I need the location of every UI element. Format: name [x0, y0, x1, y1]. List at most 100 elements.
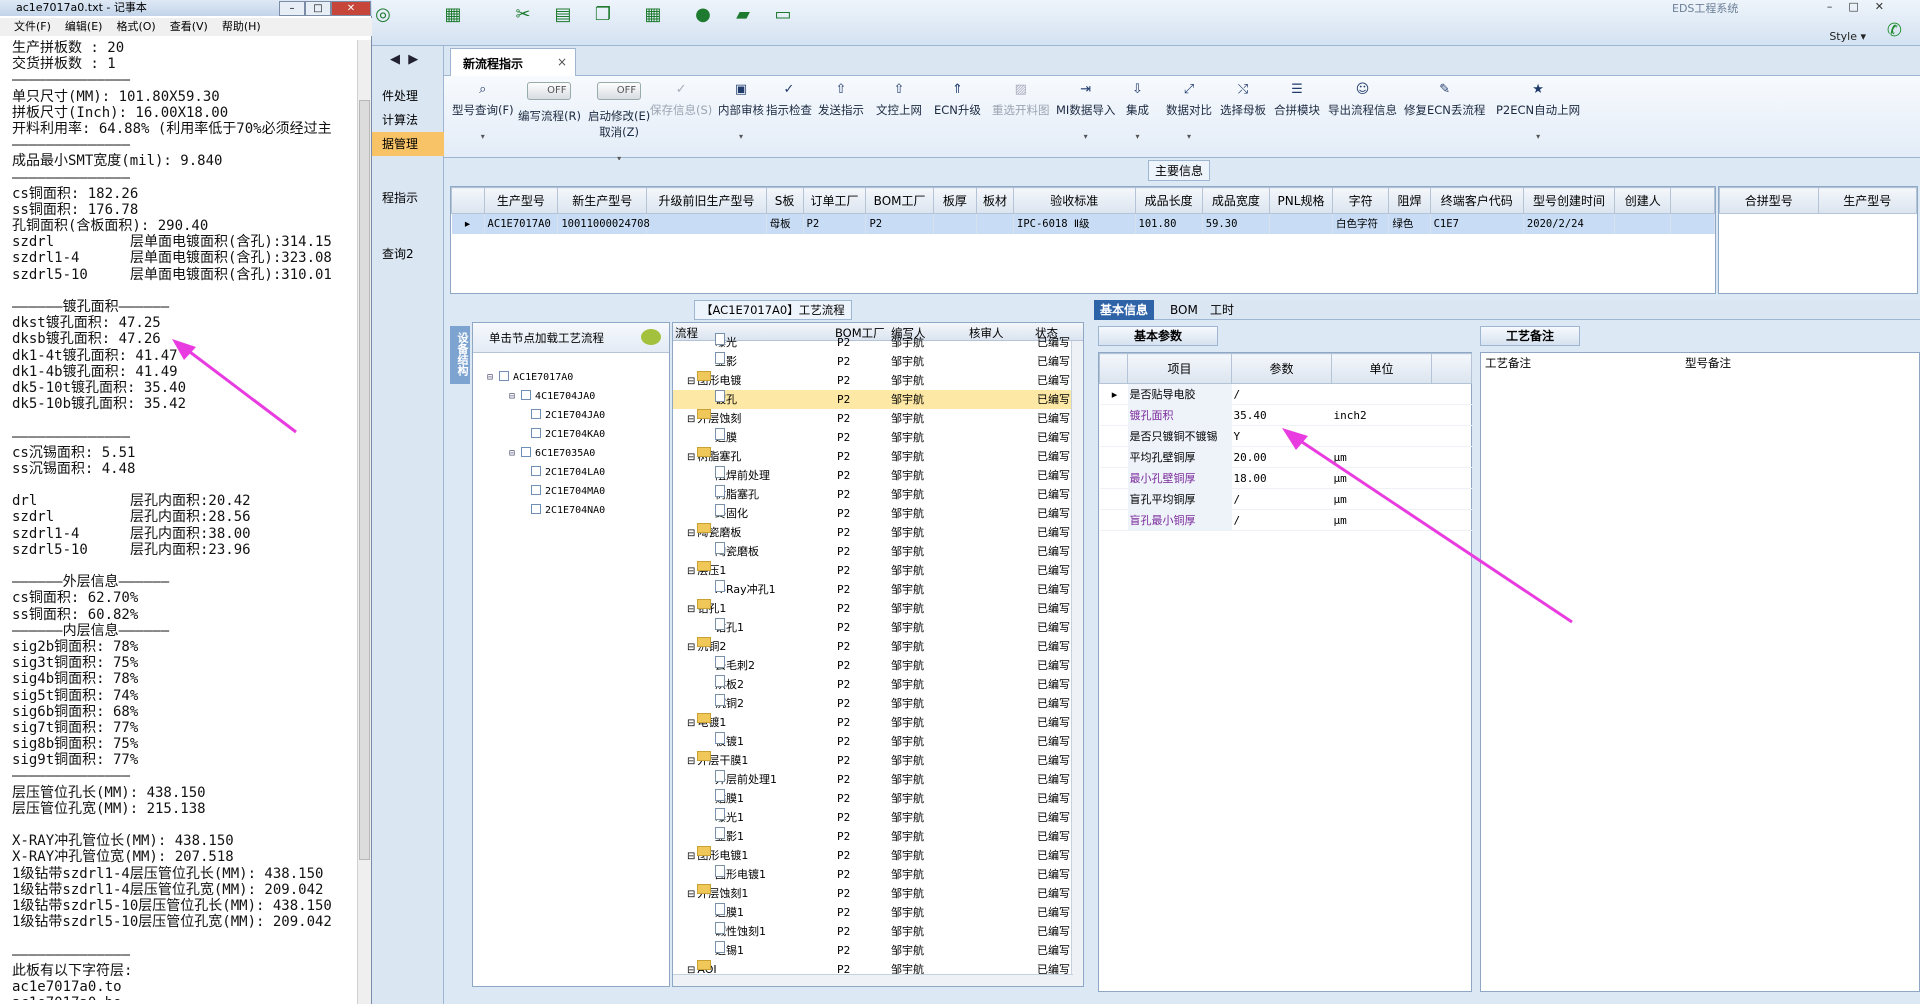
cell-1[interactable]: 10011000024708 — [557, 213, 650, 234]
notepad-text[interactable]: 生产拼板数 : 20 交货拼板数 : 1 —————————————— 单只尺寸(MM… — [12, 40, 360, 1000]
basic-value[interactable]: / — [1231, 509, 1332, 531]
tree-node[interactable]: ⊟ 4C1E704JA0 — [509, 390, 595, 402]
flow-hscrollbar[interactable] — [673, 974, 1073, 986]
collapse-icon[interactable]: ⊟ — [687, 851, 695, 862]
toggle-switch[interactable]: OFF — [597, 82, 642, 100]
flow-row[interactable]: 外层前处理1 P2 邹宇航 已编写 — [673, 770, 1073, 789]
flow-row[interactable]: ⊟ 树脂塞孔 P2 邹宇航 已编写 — [673, 447, 1073, 466]
chevron-down-icon[interactable]: ▾ — [1496, 132, 1580, 141]
flow-row[interactable]: 退锡1 P2 邹宇航 已编写 — [673, 941, 1073, 960]
cell-14[interactable]: C1E7 — [1430, 213, 1524, 234]
flow-row[interactable]: 终固化 P2 邹宇航 已编写 — [673, 504, 1073, 523]
flow-row[interactable]: ⊟ 电镀1 P2 邹宇航 已编写 — [673, 713, 1073, 732]
ribbon-button-17[interactable]: ★ P2ECN自动上网 ▾ — [1496, 82, 1580, 141]
tree-node[interactable]: ⊟ AC1E7017A0 — [487, 371, 573, 383]
collapse-icon[interactable]: ⊟ — [687, 604, 695, 615]
menu-item-1[interactable]: 编辑(E) — [65, 20, 103, 33]
collapse-icon[interactable]: ⊟ — [687, 718, 695, 729]
flow-row[interactable]: 退膜1 P2 邹宇航 已编写 — [673, 903, 1073, 922]
side-col-header-1[interactable]: 生产型号 — [1817, 187, 1917, 214]
flow-row[interactable]: X-Ray冲孔1 P2 邹宇航 已编写 — [673, 580, 1073, 599]
nav-item-1[interactable]: 计算法 — [372, 108, 444, 132]
grid-icon[interactable]: ▦ — [442, 4, 464, 26]
ribbon-button-5[interactable]: ✓ 指示检查 — [766, 82, 812, 118]
ribbon-button-3[interactable]: ✓ 保存信息(S) — [650, 82, 712, 118]
tree-node[interactable]: 2C1E704JA0 — [531, 409, 605, 421]
cell-15[interactable]: 2020/2/24 — [1523, 213, 1616, 234]
flow-row[interactable]: 钻孔1 P2 邹宇航 已编写 — [673, 618, 1073, 637]
expander-icon[interactable]: ⊟ — [509, 448, 521, 459]
cell-10[interactable]: 59.30 — [1202, 213, 1271, 234]
chevron-down-icon[interactable]: ▾ — [1126, 132, 1149, 141]
close-icon[interactable]: ✕ — [331, 1, 371, 16]
flow-row[interactable]: 退膜 P2 邹宇航 已编写 — [673, 428, 1073, 447]
flow-row[interactable]: ⊟ 外层干膜1 P2 邹宇航 已编写 — [673, 751, 1073, 770]
cell-5[interactable]: P2 — [865, 213, 934, 234]
flow-row[interactable]: ⊟ 沉铜2 P2 邹宇航 已编写 — [673, 637, 1073, 656]
menu-item-0[interactable]: 文件(F) — [14, 20, 51, 33]
flow-row[interactable]: ⊟ 图形电镀 P2 邹宇航 已编写 — [673, 371, 1073, 390]
col-header-11[interactable]: PNL规格 — [1269, 187, 1333, 214]
chevron-down-icon[interactable]: ▾ — [1166, 132, 1212, 141]
basic-value[interactable]: / — [1231, 488, 1332, 510]
monitor-icon[interactable]: ▭ — [772, 4, 794, 26]
flow-row[interactable]: ⊟ 外层蚀刻 P2 邹宇航 已编写 — [673, 409, 1073, 428]
ribbon-button-11[interactable]: ⇩ 集成 ▾ — [1126, 82, 1149, 141]
collapse-icon[interactable]: ⊟ — [687, 414, 695, 425]
minimize-icon[interactable]: – — [279, 1, 305, 16]
ribbon-button-8[interactable]: ⇑ ECN升级 — [934, 82, 981, 118]
flow-row[interactable]: 去毛刺2 P2 邹宇航 已编写 — [673, 656, 1073, 675]
col-header-9[interactable]: 成品长度 — [1134, 187, 1203, 214]
checkbox[interactable] — [531, 466, 541, 476]
basic-value[interactable]: 20.00 — [1231, 446, 1332, 468]
table-icon[interactable]: ▤ — [552, 4, 574, 26]
flow-row[interactable]: 贴膜1 P2 邹宇航 已编写 — [673, 789, 1073, 808]
ribbon-button-15[interactable]: ☺ 导出流程信息 — [1328, 82, 1397, 118]
nav-item-2[interactable]: 据管理 — [372, 132, 444, 156]
basic-value[interactable]: 18.00 — [1231, 467, 1332, 489]
ribbon-button-2[interactable]: OFF 启动修改(E) 取消(Z) ▾ — [588, 82, 650, 163]
flow-row[interactable]: 烘板2 P2 邹宇航 已编写 — [673, 675, 1073, 694]
col-header-8[interactable]: 验收标准 — [1013, 187, 1136, 214]
basic-row[interactable]: ▸ 是否贴导电胶 / — [1099, 383, 1472, 405]
toggle-switch[interactable]: OFF — [527, 82, 572, 100]
ribbon-button-16[interactable]: ✎ 修复ECN丢流程 — [1404, 82, 1485, 118]
col-header-16[interactable]: 创建人 — [1614, 187, 1672, 214]
scissors-icon[interactable]: ✂ — [512, 4, 534, 26]
cell-8[interactable]: IPC-6018 Ⅱ级 — [1013, 213, 1136, 234]
ribbon-button-12[interactable]: ⤢ 数据对比 ▾ — [1166, 82, 1212, 141]
basic-col-header-2[interactable]: 单位 — [1331, 353, 1432, 384]
tree-node[interactable]: 2C1E704KA0 — [531, 428, 605, 440]
collapse-icon[interactable]: ⊟ — [687, 889, 695, 900]
flow-row[interactable]: 显影1 P2 邹宇航 已编写 — [673, 827, 1073, 846]
checkbox[interactable] — [531, 504, 541, 514]
flow-vscrollbar[interactable] — [1071, 341, 1083, 986]
basic-value[interactable]: Y — [1231, 425, 1332, 447]
basic-row[interactable]: 最小孔壁铜厚 18.00 μm — [1099, 467, 1472, 489]
checkbox[interactable] — [521, 390, 532, 400]
expander-icon[interactable]: ⊟ — [509, 391, 521, 402]
tab-new-flow[interactable]: 新流程指示 × — [450, 48, 576, 76]
cell-6[interactable] — [933, 213, 978, 234]
flow-row[interactable]: 显影 P2 邹宇航 已编写 — [673, 352, 1073, 371]
maximize-icon[interactable]: □ — [305, 1, 331, 16]
col-header-15[interactable]: 型号创建时间 — [1522, 187, 1616, 214]
flow-row[interactable]: 曝光1 P2 邹宇航 已编写 — [673, 808, 1073, 827]
flow-row[interactable]: 碱性蚀刻1 P2 邹宇航 已编写 — [673, 922, 1073, 941]
comment-icon[interactable] — [641, 329, 661, 345]
collapse-icon[interactable]: ⊟ — [687, 566, 695, 577]
close-icon[interactable]: × — [557, 55, 567, 69]
collapse-icon[interactable]: ⊟ — [687, 642, 695, 653]
ribbon-button-13[interactable]: ⤭ 选择母板 — [1220, 82, 1266, 118]
col-header-4[interactable]: 订单工厂 — [802, 187, 867, 214]
cell-3[interactable]: 母板 — [766, 213, 804, 234]
cell-9[interactable]: 101.80 — [1135, 213, 1203, 234]
scroll-thumb[interactable] — [359, 100, 370, 860]
flow-row[interactable]: ⊟ 陶瓷磨板 P2 邹宇航 已编写 — [673, 523, 1073, 542]
cell-2[interactable] — [646, 213, 767, 234]
checkbox[interactable] — [521, 447, 532, 457]
ribbon-button-10[interactable]: ⇥ MI数据导入 ▾ — [1056, 82, 1115, 141]
checkbox[interactable] — [531, 409, 541, 419]
ribbon-button-1[interactable]: OFF 编写流程(R) — [518, 82, 581, 124]
flow-row[interactable]: 阻焊前处理 P2 邹宇航 已编写 — [673, 466, 1073, 485]
